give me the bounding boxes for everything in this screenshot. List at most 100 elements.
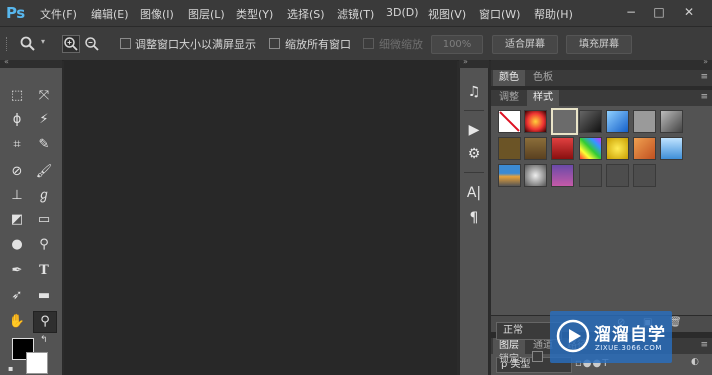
lock-transparent-checkbox[interactable] (532, 351, 543, 362)
right-dock-header: » (491, 57, 712, 70)
menu-layer[interactable]: 图层(L) (188, 6, 225, 22)
zoom-out-icon[interactable] (84, 36, 100, 52)
blur-tool-icon[interactable]: ● (6, 235, 28, 255)
style-swatch[interactable] (660, 137, 683, 160)
style-swatch[interactable] (633, 137, 656, 160)
style-swatch[interactable] (524, 137, 547, 160)
style-swatch[interactable] (606, 137, 629, 160)
style-swatch[interactable] (551, 164, 574, 187)
history-panel-icon[interactable]: ♫ (460, 80, 488, 104)
fill-screen-button[interactable]: 填充屏幕 (566, 35, 632, 54)
tool-preset-arrow-icon[interactable]: ▾ (41, 37, 45, 46)
style-swatch[interactable] (633, 110, 656, 133)
collapse-arrows-icon[interactable]: « (4, 57, 9, 66)
canvas-area[interactable] (64, 60, 457, 375)
style-swatch[interactable] (524, 164, 547, 187)
options-bar: ▾ 调整窗口大小以满屏显示 缩放所有窗口 细微缩放 100% 适合屏幕 填充屏幕 (0, 26, 712, 61)
path-selection-tool-icon[interactable]: ➶ (6, 286, 28, 306)
zoom-all-windows-checkbox[interactable] (269, 38, 280, 49)
scrubby-zoom-checkbox[interactable] (363, 38, 374, 49)
hand-tool-icon[interactable]: ✋ (6, 312, 28, 332)
menu-3d[interactable]: 3D(D) (386, 6, 419, 19)
style-none-swatch[interactable] (498, 110, 521, 133)
tab-color[interactable]: 颜色 (493, 70, 525, 86)
magic-wand-tool-icon[interactable]: ⚡ (33, 110, 55, 130)
zoom-in-icon[interactable] (62, 35, 80, 53)
actual-pixels-button[interactable]: 100% (431, 35, 483, 54)
fit-screen-button[interactable]: 适合屏幕 (492, 35, 558, 54)
app-logo: Ps (6, 4, 25, 22)
menu-window[interactable]: 窗口(W) (479, 6, 520, 22)
style-swatch[interactable] (498, 137, 521, 160)
filter-toggle-icon[interactable]: ◐ (691, 357, 699, 367)
menu-view[interactable]: 视图(V) (428, 6, 466, 22)
tab-swatches[interactable]: 色板 (527, 70, 559, 86)
style-swatch[interactable] (606, 110, 629, 133)
paragraph-panel-icon[interactable]: ¶ (460, 206, 488, 230)
panel-menu-icon[interactable]: ≡ (700, 340, 708, 350)
character-panel-icon[interactable]: A| (460, 181, 488, 205)
background-color-swatch[interactable] (26, 352, 48, 374)
menu-bar: Ps 文件(F) 编辑(E) 图像(I) 图层(L) 类型(Y) 选择(S) 滤… (0, 0, 712, 26)
lasso-tool-icon[interactable]: ϕ (6, 110, 28, 130)
tools-panel: ⬚ ⤧ ϕ ⚡ ⌗ ✎ ⊘ 🖌 ⊥ ℊ ◩ ▭ ● ⚲ ✒ T ➶ ▬ ✋ ⚲ … (0, 68, 63, 375)
dodge-tool-icon[interactable]: ⚲ (33, 235, 55, 255)
brush-tool-icon[interactable]: 🖌 (33, 162, 55, 182)
style-swatch[interactable] (524, 110, 547, 133)
restore-button[interactable]: □ (648, 3, 670, 21)
style-swatch[interactable] (579, 137, 602, 160)
eyedropper-tool-icon[interactable]: ✎ (33, 135, 55, 155)
menu-edit[interactable]: 编辑(E) (91, 6, 129, 22)
strip-divider (464, 110, 484, 111)
tab-styles[interactable]: 样式 (527, 90, 559, 106)
menu-help[interactable]: 帮助(H) (534, 6, 573, 22)
properties-panel-icon[interactable]: ⚙ (460, 142, 488, 166)
style-swatch[interactable] (579, 110, 602, 133)
style-swatch[interactable] (498, 164, 521, 187)
styles-grid (491, 106, 712, 315)
eraser-tool-icon[interactable]: ◩ (6, 210, 28, 230)
menu-filter[interactable]: 滤镜(T) (337, 6, 374, 22)
pen-tool-icon[interactable]: ✒ (6, 261, 28, 281)
crop-tool-icon[interactable]: ⌗ (6, 135, 28, 155)
menu-select[interactable]: 选择(S) (287, 6, 325, 22)
style-swatch[interactable] (660, 110, 683, 133)
panel-menu-icon[interactable]: ≡ (700, 72, 708, 82)
style-swatch[interactable] (551, 137, 574, 160)
zoom-tool-selected-icon[interactable]: ⚲ (33, 311, 57, 333)
collapsed-panels-strip: ♫ ▶ ⚙ A| ¶ (459, 68, 489, 375)
style-swatch[interactable] (579, 164, 602, 187)
scrubby-zoom-label: 细微缩放 (379, 38, 423, 51)
dock-collapse-icon[interactable]: » (703, 57, 708, 66)
default-colors-icon[interactable]: ▪ (8, 364, 13, 373)
menu-file[interactable]: 文件(F) (40, 6, 77, 22)
tab-adjustments[interactable]: 调整 (493, 90, 525, 106)
styles-tabs: 调整 样式 ≡ (491, 90, 712, 106)
menu-type[interactable]: 类型(Y) (236, 6, 273, 22)
panel-menu-icon[interactable]: ≡ (700, 92, 708, 102)
watermark-brand: 溜溜自学 (594, 325, 666, 345)
watermark-url: ZIXUE.3066.COM (595, 344, 662, 352)
resize-windows-label: 调整窗口大小以满屏显示 (135, 38, 256, 51)
minimize-button[interactable]: − (620, 3, 642, 21)
history-brush-tool-icon[interactable]: ℊ (33, 186, 55, 206)
actions-panel-icon[interactable]: ▶ (460, 118, 488, 142)
style-swatch-selected[interactable] (551, 108, 578, 135)
style-swatch[interactable] (633, 164, 656, 187)
panel-strip-header: » (459, 57, 489, 68)
resize-windows-checkbox[interactable] (120, 38, 131, 49)
type-tool-icon[interactable]: T (33, 261, 55, 281)
clone-stamp-tool-icon[interactable]: ⊥ (6, 186, 28, 206)
move-tool-icon[interactable]: ⤧ (33, 86, 55, 106)
zoom-tool-icon[interactable] (20, 36, 36, 52)
menu-image[interactable]: 图像(I) (140, 6, 174, 22)
style-swatch[interactable] (606, 164, 629, 187)
healing-brush-tool-icon[interactable]: ⊘ (6, 162, 28, 182)
tools-panel-header: « (0, 57, 62, 68)
rectangle-tool-icon[interactable]: ▬ (33, 286, 55, 306)
close-button[interactable]: ✕ (678, 3, 700, 21)
expand-arrows-icon[interactable]: » (463, 57, 468, 66)
swap-colors-icon[interactable]: ↰ (40, 335, 48, 345)
marquee-tool-icon[interactable]: ⬚ (6, 86, 28, 106)
gradient-tool-icon[interactable]: ▭ (33, 210, 55, 230)
